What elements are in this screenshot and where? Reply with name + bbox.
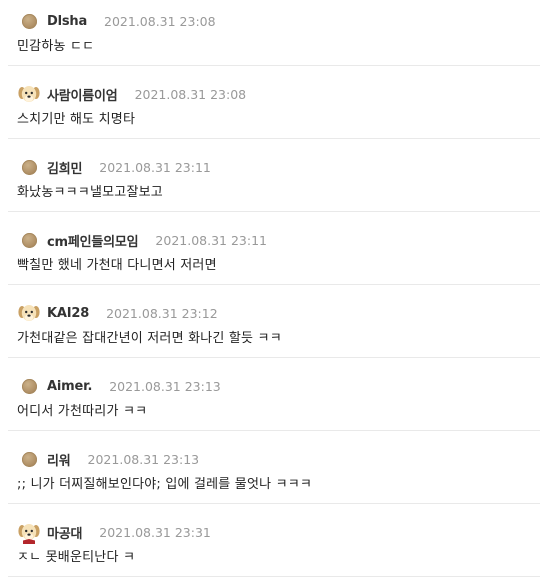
bronze-dot-icon[interactable] — [17, 374, 41, 398]
comment-text: 빡칠만 했네 가천대 다니면서 저러면 — [17, 258, 217, 273]
bronze-dot-icon[interactable] — [17, 155, 41, 179]
comment-nickname[interactable]: 김희민 — [47, 158, 82, 177]
dog-icon[interactable] — [17, 520, 41, 544]
comment-item: 리워 2021.08.31 23:13 ;; 니가 더찌질해보인다야; 입에 걸… — [0, 438, 540, 511]
divider — [8, 430, 540, 431]
bronze-dot-icon[interactable] — [17, 9, 41, 33]
comment-header: cm페인들의모임 2021.08.31 23:11 — [17, 227, 267, 253]
dog-icon[interactable] — [17, 82, 41, 106]
comment-nickname[interactable]: Dlsha — [47, 14, 87, 29]
comment-header: 리워 2021.08.31 23:13 — [17, 446, 199, 472]
comment-header: Aimer. 2021.08.31 23:13 — [17, 373, 221, 399]
comment-date: 2021.08.31 23:31 — [99, 524, 211, 540]
comment-date: 2021.08.31 23:13 — [109, 378, 221, 394]
comment-header: 마공대 2021.08.31 23:31 — [17, 519, 211, 545]
comment-nickname[interactable]: 사람이름이엄 — [47, 85, 118, 104]
comment-header: Dlsha 2021.08.31 23:08 — [17, 8, 216, 34]
comment-nickname[interactable]: cm페인들의모임 — [47, 231, 139, 250]
comment-text: 스치기만 해도 치명타 — [17, 112, 136, 127]
comment-date: 2021.08.31 23:11 — [99, 159, 211, 175]
comment-header: 사람이름이엄 2021.08.31 23:08 — [17, 81, 246, 107]
comment-text: ;; 니가 더찌질해보인다야; 입에 걸레를 물엇나 ㅋㅋㅋ — [17, 477, 313, 492]
comment-date: 2021.08.31 23:12 — [106, 305, 218, 321]
comment-item: Dlsha 2021.08.31 23:08 민감하농 ㄷㄷ — [0, 0, 540, 73]
bronze-dot-icon[interactable] — [17, 447, 41, 471]
comment-item: cm페인들의모임 2021.08.31 23:11 빡칠만 했네 가천대 다니면… — [0, 219, 540, 292]
comment-text: 화났농ㅋㅋㅋ낼모고잘보고 — [17, 185, 163, 200]
divider — [8, 138, 540, 139]
dog-icon[interactable] — [17, 301, 41, 325]
comment-date: 2021.08.31 23:11 — [155, 232, 267, 248]
comment-nickname[interactable]: KAI28 — [47, 306, 89, 321]
comment-nickname[interactable]: 마공대 — [47, 523, 82, 542]
comment-text: 가천대같은 잡대간년이 저러면 화나긴 할듯 ㅋㅋ — [17, 331, 282, 346]
divider — [8, 284, 540, 285]
comment-text: 어디서 가천따리가 ㅋㅋ — [17, 404, 148, 419]
comment-header: KAI28 2021.08.31 23:12 — [17, 300, 218, 326]
divider — [8, 357, 540, 358]
comment-list: Dlsha 2021.08.31 23:08 민감하농 ㄷㄷ 사람이름이엄 20… — [0, 0, 540, 580]
comment-date: 2021.08.31 23:13 — [87, 451, 200, 467]
comment-item: Aimer. 2021.08.31 23:13 어디서 가천따리가 ㅋㅋ — [0, 365, 540, 438]
comment-text: 민감하농 ㄷㄷ — [17, 39, 95, 54]
comment-nickname[interactable]: Aimer. — [47, 379, 92, 394]
comment-date: 2021.08.31 23:08 — [104, 13, 216, 29]
comment-header: 김희민 2021.08.31 23:11 — [17, 154, 211, 180]
divider — [8, 503, 540, 504]
comment-item: 마공대 2021.08.31 23:31 ㅈㄴ 못배운티난다 ㅋ — [0, 511, 540, 580]
comment-item: 사람이름이엄 2021.08.31 23:08 스치기만 해도 치명타 — [0, 73, 540, 146]
divider — [8, 211, 540, 212]
comment-text: ㅈㄴ 못배운티난다 ㅋ — [17, 550, 136, 565]
comment-nickname[interactable]: 리워 — [47, 450, 71, 469]
divider — [8, 576, 540, 577]
comment-item: 김희민 2021.08.31 23:11 화났농ㅋㅋㅋ낼모고잘보고 — [0, 146, 540, 219]
divider — [8, 65, 540, 66]
comment-item: KAI28 2021.08.31 23:12 가천대같은 잡대간년이 저러면 화… — [0, 292, 540, 365]
bronze-dot-icon[interactable] — [17, 228, 41, 252]
comment-date: 2021.08.31 23:08 — [134, 86, 247, 102]
